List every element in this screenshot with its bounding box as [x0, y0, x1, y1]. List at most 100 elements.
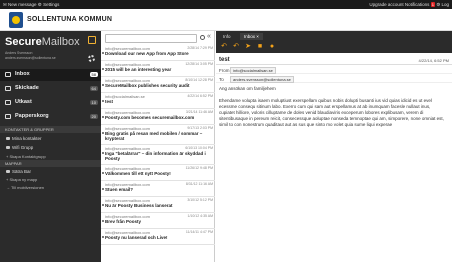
count-badge: 64: [89, 86, 98, 91]
brand-bar: SOLLENTUNA KOMMUN: [0, 9, 452, 31]
message-subject: Stuen email?: [105, 187, 134, 192]
unread-dot-icon: [102, 132, 104, 134]
to-address[interactable]: anders.svensson@sollentuna.se: [230, 76, 294, 83]
search-input[interactable]: [105, 34, 197, 43]
add-folder-link[interactable]: + Skapa ny mapp: [6, 177, 37, 182]
sidebar-item-utkast[interactable]: Utkast 10: [0, 97, 101, 109]
sidebar-item-skickade[interactable]: Skickade 64: [0, 83, 101, 95]
unread-count-badge: 58: [89, 72, 98, 77]
inbox-icon: [5, 72, 11, 77]
message-subject-row: test 4/22/14, 6:52 PM: [216, 55, 452, 65]
sollentuna-logo-icon: [9, 12, 23, 28]
message-list-item[interactable]: info@socialmailsan.se 4/22/14 6:52 PM test: [101, 93, 215, 109]
message-date: 9/17/13 2:03 PM: [187, 126, 213, 130]
message-body: Ehendame volupta isaem moluptiust exersp…: [219, 98, 444, 127]
tab-info[interactable]: Info: [219, 33, 235, 40]
trash-icon: [5, 114, 11, 119]
delete-icon[interactable]: ■: [256, 43, 264, 50]
folder-icon: [6, 170, 10, 174]
message-greeting: Ang ansökan om familjehem: [219, 86, 276, 91]
message-list-item[interactable]: info@securemailbox.com 3/10/12 5:12 PM Nu …: [101, 197, 215, 213]
add-contact-group-link[interactable]: + Skapa Kontaktgrupp: [6, 154, 46, 159]
sidebar-item-inbox[interactable]: Inbox 58: [0, 69, 101, 81]
reading-pane: Info Inbox × ↶ ↶ ➤ ■ ● test 4/22/14, 6:5…: [216, 31, 452, 262]
unread-dot-icon: [102, 68, 104, 70]
section-folders: MAPPAR: [0, 160, 101, 167]
message-date: 12/28/14 3:05 PM: [185, 62, 213, 66]
unread-dot-icon: [102, 52, 104, 54]
message-date: 8/31/12 11:16 AM: [185, 182, 213, 186]
forward-icon[interactable]: ➤: [244, 43, 252, 50]
upgrade-notifications-link[interactable]: Upgrade account Notifications: [369, 2, 429, 7]
sidebar-item-satra-bar[interactable]: Sätra Bar: [6, 169, 31, 174]
search-icon[interactable]: [200, 35, 205, 40]
message-list-item[interactable]: info@securemailbox.com 8/10/14 12:28 PM Se…: [101, 77, 215, 93]
group-icon: [6, 146, 10, 150]
collapse-icon[interactable]: «: [207, 33, 211, 40]
message-subject: Poosty.com becomes securemailbox.com: [105, 115, 195, 120]
message-date: 8/10/14 12:28 PM: [185, 78, 213, 82]
sidebar-item-papperskorg[interactable]: Papperskorg 20: [0, 111, 101, 123]
sidebar: SecureMailbox Anders Svensson anders.sve…: [0, 31, 101, 262]
move-icon[interactable]: ●: [268, 43, 276, 50]
reply-all-icon[interactable]: ↶: [232, 43, 240, 50]
from-address[interactable]: info@socialmailsan.se: [230, 67, 276, 74]
message-list-item[interactable]: info@securemailbox.com 2/28/14 7:29 PM Dow…: [101, 45, 215, 61]
message-list-item[interactable]: info@securemailbox.com 6/10/13 10:04 PM In…: [101, 145, 215, 165]
drafts-icon: [5, 100, 11, 105]
user-name: Anders Svensson: [5, 51, 33, 55]
message-date: 11/26/12 9:48 PM: [185, 166, 213, 170]
message-date: 6/10/13 10:04 PM: [185, 146, 213, 150]
reply-icon[interactable]: ↶: [220, 43, 228, 50]
sidebar-item-wifi-grupp[interactable]: Wifi Grupp: [6, 145, 33, 150]
unread-dot-icon: [102, 84, 104, 86]
message-subject: Poosty nu lanserad och Live!: [105, 235, 168, 240]
message-subject: Download our new App from App Store: [105, 51, 189, 56]
unread-dot-icon: [102, 188, 104, 190]
message-list-item[interactable]: info@securemailbox.com 12/28/14 3:05 PM 20…: [101, 61, 215, 77]
message-subject: Brev från Poosty: [105, 219, 142, 224]
user-email: anders.svensson@sollentuna.se: [5, 56, 56, 60]
tab-inbox[interactable]: Inbox ×: [240, 33, 263, 40]
count-badge: 10: [89, 100, 98, 105]
message-date: 3/21/14 11:46 AM: [185, 110, 213, 114]
compose-icon[interactable]: [88, 36, 96, 44]
message-list-item[interactable]: info@securemailbox.com 9/17/13 2:03 PM Bin…: [101, 125, 215, 145]
unread-dot-icon: [102, 152, 104, 154]
contacts-icon: [6, 137, 10, 141]
pane-header: Info Inbox × ↶ ↶ ➤ ■ ●: [216, 31, 452, 53]
message-subject: test: [105, 99, 114, 104]
message-list-item[interactable]: info@securemailbox.com 8/31/12 11:16 AM St…: [101, 181, 215, 197]
logout-link[interactable]: ⚙ Log: [436, 2, 449, 7]
gear-icon[interactable]: [88, 55, 95, 62]
unread-dot-icon: [102, 100, 104, 102]
mobile-version-link[interactable]: → Till mobilversionen: [6, 185, 44, 190]
notification-count-badge[interactable]: 1: [430, 2, 435, 7]
from-row: From info@socialmailsan.se: [216, 66, 452, 74]
sent-icon: [5, 86, 11, 91]
unread-dot-icon: [102, 236, 104, 238]
message-date: 4/22/14, 6:52 PM: [418, 58, 449, 63]
message-subject: Nu är Poosty Business lanserat: [105, 203, 173, 208]
top-bar: ✉ New message ⚙ Settings Upgrade account…: [0, 0, 452, 9]
message-subject: SecureMailbox publishes security audit: [105, 83, 190, 88]
message-list-item[interactable]: info@securemailbox.com 3/21/14 11:46 AM Po…: [101, 109, 215, 125]
unread-dot-icon: [102, 204, 104, 206]
message-subject: test: [219, 57, 230, 63]
message-list-item[interactable]: info@securemailbox.com 11/14/11 4:47 PM Po…: [101, 229, 215, 245]
message-subject: Inga "betalärrar" – din information är s…: [105, 151, 206, 161]
section-contacts: KONTAKTER & GRUPPER: [0, 126, 101, 133]
brand-name: SOLLENTUNA KOMMUN: [27, 16, 113, 23]
message-subject: Välkommen till ett nytt Poosty!: [105, 171, 171, 176]
message-subject: Bing gratis på resan med mobilen / somma…: [105, 131, 203, 141]
message-list-item[interactable]: info@securemailbox.com 1/10/12 4:35 AM Bre…: [101, 213, 215, 229]
message-date: 11/14/11 4:47 PM: [185, 230, 213, 234]
message-list: « info@securemailbox.com 2/28/14 7:29 PM D…: [101, 31, 215, 262]
message-subject: 2015 will be an interesting year: [105, 67, 172, 72]
to-row: To anders.svensson@sollentuna.se: [216, 75, 452, 83]
unread-dot-icon: [102, 172, 104, 174]
message-date: 2/28/14 7:29 PM: [187, 46, 213, 50]
top-bar-actions[interactable]: ✉ New message ⚙ Settings: [3, 2, 59, 8]
sidebar-item-mina-kontakter[interactable]: Mina kontakter: [6, 136, 42, 141]
message-list-item[interactable]: info@securemailbox.com 11/26/12 9:48 PM Vä…: [101, 165, 215, 181]
